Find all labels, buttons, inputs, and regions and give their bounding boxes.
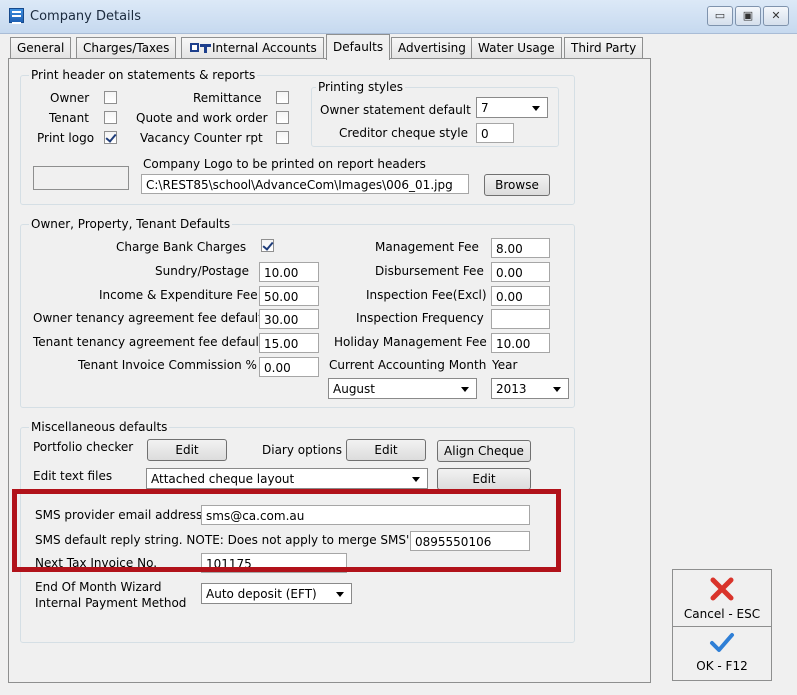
owner-tenancy-input[interactable]: 30.00 — [259, 309, 319, 329]
income-expenditure-label: Income & Expenditure Fee — [99, 288, 258, 302]
chevron-down-icon — [412, 477, 420, 482]
sundry-postage-input[interactable]: 10.00 — [259, 262, 319, 282]
select-value: Auto deposit (EFT) — [206, 587, 317, 601]
management-fee-input[interactable]: 8.00 — [491, 238, 550, 258]
maximize-button[interactable]: ▣ — [735, 6, 761, 26]
tab-defaults[interactable]: Defaults — [326, 34, 391, 60]
minimize-button[interactable]: ▭ — [707, 6, 733, 26]
logo-path-input[interactable]: C:\REST85\school\AdvanceCom\Images\006_0… — [141, 174, 469, 194]
tenant-checkbox[interactable] — [104, 111, 117, 124]
year-select[interactable]: 2013 — [491, 378, 569, 399]
tab-third-party[interactable]: Third Party — [564, 37, 644, 59]
tab-internal-accounts[interactable]: Internal Accounts — [181, 37, 324, 59]
chevron-down-icon — [553, 387, 561, 392]
holiday-management-fee-label: Holiday Management Fee — [334, 335, 487, 349]
diary-options-label: Diary options — [262, 443, 342, 457]
accounting-month-label: Current Accounting Month — [329, 358, 487, 372]
text-file-select[interactable]: Attached cheque layout — [146, 468, 428, 489]
holiday-management-fee-input[interactable]: 10.00 — [491, 333, 550, 353]
select-value: Attached cheque layout — [151, 472, 295, 486]
select-value: 7 — [481, 101, 489, 115]
owner-statement-select[interactable]: 7 — [476, 97, 548, 118]
eom-wizard-label: End Of Month Wizard — [35, 580, 162, 594]
internal-payment-method-label: Internal Payment Method — [35, 596, 187, 610]
vacancy-counter-label: Vacancy Counter rpt — [140, 131, 263, 145]
remittance-checkbox[interactable] — [276, 91, 289, 104]
group-title: Miscellaneous defaults — [29, 420, 170, 434]
select-value: August — [333, 382, 375, 396]
tenant-label: Tenant — [49, 111, 89, 125]
inspection-frequency-label: Inspection Frequency — [356, 311, 484, 325]
portfolio-checker-label: Portfolio checker — [33, 440, 134, 454]
highlight-box — [12, 489, 561, 572]
select-value: 2013 — [496, 382, 527, 396]
owner-statement-label: Owner statement default — [320, 103, 471, 117]
ok-button[interactable]: OK - F12 — [672, 626, 772, 681]
text-file-edit-button[interactable]: Edit — [437, 468, 531, 490]
align-cheque-button[interactable]: Align Cheque — [437, 440, 531, 462]
disbursement-fee-input[interactable]: 0.00 — [491, 262, 550, 282]
tab-general[interactable]: General — [10, 37, 72, 59]
year-label: Year — [492, 358, 518, 372]
owner-label: Owner — [50, 91, 90, 105]
edit-text-files-label: Edit text files — [33, 469, 113, 483]
management-fee-label: Management Fee — [375, 240, 479, 254]
tab-label: General — [17, 41, 65, 55]
window-title: Company Details — [30, 9, 142, 24]
chevron-down-icon — [532, 106, 540, 111]
charge-bank-label: Charge Bank Charges — [116, 240, 247, 254]
tenant-tenancy-label: Tenant tenancy agreement fee default — [33, 335, 264, 349]
inspection-fee-label: Inspection Fee(Excl) — [366, 288, 487, 302]
tab-label: Third Party — [571, 41, 637, 55]
print-logo-label: Print logo — [37, 131, 95, 145]
income-expenditure-input[interactable]: 50.00 — [259, 286, 319, 306]
inspection-fee-input[interactable]: 0.00 — [491, 286, 550, 306]
app-icon — [9, 8, 24, 24]
browse-button[interactable]: Browse — [484, 174, 550, 196]
creditor-cheque-input[interactable]: 0 — [476, 123, 514, 143]
tenant-invoice-commission-input[interactable]: 0.00 — [259, 357, 319, 377]
close-button[interactable]: ✕ — [763, 6, 789, 26]
logo-preview — [33, 166, 129, 190]
sundry-postage-label: Sundry/Postage — [155, 264, 249, 278]
accounting-month-select[interactable]: August — [328, 378, 477, 399]
charge-bank-checkbox[interactable] — [261, 239, 274, 252]
tenant-invoice-commission-label: Tenant Invoice Commission % — [78, 358, 257, 372]
ok-label: OK - F12 — [696, 659, 748, 673]
tab-water-usage[interactable]: Water Usage — [471, 37, 562, 59]
tenant-tenancy-input[interactable]: 15.00 — [259, 333, 319, 353]
cancel-button[interactable]: Cancel - ESC — [672, 569, 772, 627]
tab-advertising[interactable]: Advertising — [391, 37, 473, 59]
disbursement-fee-label: Disbursement Fee — [375, 264, 484, 278]
group-title: Print header on statements & reports — [29, 68, 258, 82]
print-logo-checkbox[interactable] — [104, 131, 117, 144]
chevron-down-icon — [336, 592, 344, 597]
close-icon — [710, 577, 734, 601]
group-title: Printing styles — [316, 80, 406, 94]
owner-tenancy-label: Owner tenancy agreement fee default — [33, 311, 263, 325]
tab-label: Water Usage — [478, 41, 555, 55]
title-bar: Company Details ▭ ▣ ✕ — [0, 0, 797, 34]
portfolio-edit-button[interactable]: Edit — [147, 439, 227, 461]
inspection-frequency-input[interactable] — [491, 309, 550, 329]
vacancy-counter-checkbox[interactable] — [276, 131, 289, 144]
tab-label: Defaults — [333, 40, 384, 54]
owner-checkbox[interactable] — [104, 91, 117, 104]
creditor-cheque-label: Creditor cheque style — [339, 126, 468, 140]
chevron-down-icon — [461, 387, 469, 392]
group-title: Owner, Property, Tenant Defaults — [29, 217, 233, 231]
diary-edit-button[interactable]: Edit — [346, 439, 426, 461]
quote-work-order-checkbox[interactable] — [276, 111, 289, 124]
tab-label: Advertising — [398, 41, 466, 55]
tab-label: Internal Accounts — [212, 41, 317, 55]
checkmark-icon — [710, 633, 734, 652]
remittance-label: Remittance — [193, 91, 262, 105]
cancel-label: Cancel - ESC — [683, 607, 761, 621]
logo-label: Company Logo to be printed on report hea… — [143, 157, 426, 171]
tab-label: Charges/Taxes — [83, 41, 170, 55]
payment-method-select[interactable]: Auto deposit (EFT) — [201, 583, 352, 604]
quote-work-order-label: Quote and work order — [136, 111, 268, 125]
tab-charges-taxes[interactable]: Charges/Taxes — [76, 37, 177, 59]
accounts-icon — [190, 42, 212, 53]
